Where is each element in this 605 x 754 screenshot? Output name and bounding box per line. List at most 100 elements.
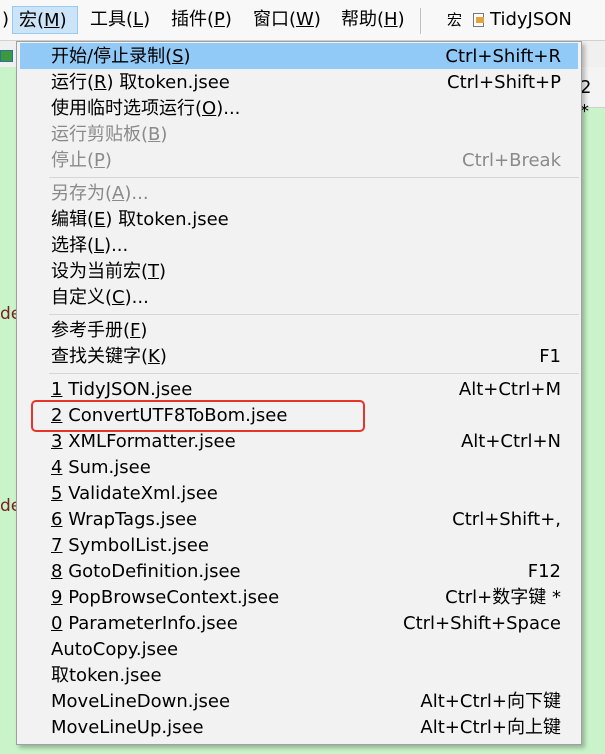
menu-item-label: 自定义(C)... [51, 287, 149, 308]
menu-item-label: 运行(R) 取token.jsee [51, 72, 230, 93]
menu-plugins[interactable]: 插件(P) [167, 6, 236, 34]
menu-item-run[interactable]: 运行(R) 取token.jsee Ctrl+Shift+P [51, 70, 561, 96]
current-macro-button[interactable]: TidyJSON [490, 6, 572, 34]
menu-item-set-current[interactable]: 设为当前宏(T) [51, 259, 561, 285]
menu-item-label: 查找关键字(K) [51, 346, 167, 367]
menu-item-macro[interactable]: 7 SymbolList.jsee [51, 533, 561, 559]
menu-item-label: 4 Sum.jsee [51, 457, 151, 478]
macro-dropdown-menu: 开始/停止录制(S) Ctrl+Shift+R 运行(R) 取token.jse… [16, 41, 582, 745]
menu-item-label: 取token.jsee [51, 665, 162, 686]
menu-item-accelerator: 7 [51, 535, 63, 556]
menu-item-macro[interactable]: 取token.jsee [51, 663, 561, 689]
menu-item-macro[interactable]: 0 ParameterInfo.jsee Ctrl+Shift+Space [51, 611, 561, 637]
menu-item-accelerator: 1 [51, 379, 63, 400]
menu-item-macro[interactable]: 5 ValidateXml.jsee [51, 481, 561, 507]
menu-item-accelerator: 5 [51, 483, 63, 504]
menu-item-label: 开始/停止录制(S) [51, 46, 191, 67]
menu-separator [49, 177, 579, 178]
macro-file-icon [473, 13, 484, 27]
menu-item-macro-name: WrapTags.jsee [68, 509, 198, 530]
menu-item-accelerator: 9 [51, 587, 63, 608]
menu-item-label: 1 TidyJSON.jsee [51, 379, 192, 400]
menu-bar: ) 宏(M) 工具(L) 插件(P) 窗口(W) 帮助(H) 宏 TidyJSO… [0, 0, 605, 41]
menu-item-shortcut: F12 [527, 561, 561, 582]
menu-item-shortcut: Alt+Ctrl+向上键 [420, 717, 561, 738]
menu-item-macro-name: GotoDefinition.jsee [68, 561, 241, 582]
menu-item-macro-name: MoveLineUp.jsee [51, 717, 204, 738]
menu-item-label: 0 ParameterInfo.jsee [51, 613, 238, 634]
menu-item-find-keyword[interactable]: 查找关键字(K) F1 [51, 344, 561, 370]
menu-item-accelerator: 4 [51, 457, 63, 478]
menu-item-label: AutoCopy.jsee [51, 639, 178, 660]
menubar-paren-text: ) [2, 9, 10, 30]
menu-item-shortcut: Ctrl+数字键 * [445, 587, 561, 608]
menu-item-shortcut: Alt+Ctrl+向下键 [420, 691, 561, 712]
menu-item-customize[interactable]: 自定义(C)... [51, 285, 561, 311]
menu-item-label: 选择(L)... [51, 235, 129, 256]
menu-item-accelerator: 3 [51, 431, 63, 452]
menu-window[interactable]: 窗口(W) [249, 6, 325, 34]
menu-item-macro-name: SymbolList.jsee [68, 535, 209, 556]
menu-item-macro[interactable]: MoveLineUp.jsee Alt+Ctrl+向上键 [51, 715, 561, 741]
menu-separator [49, 373, 579, 374]
menu-item-edit[interactable]: 编辑(E) 取token.jsee [51, 207, 561, 233]
menu-item-macro-name: ValidateXml.jsee [68, 483, 218, 504]
menu-item-accelerator: 6 [51, 509, 63, 530]
annotation-highlight-box [31, 400, 365, 432]
menu-item-label: 设为当前宏(T) [51, 261, 167, 282]
menu-macro[interactable]: 宏(M) [12, 6, 78, 34]
menu-item-macro[interactable]: MoveLineDown.jsee Alt+Ctrl+向下键 [51, 689, 561, 715]
menu-tools[interactable]: 工具(L) [86, 6, 154, 34]
menu-item-macro[interactable]: 3 XMLFormatter.jsee Alt+Ctrl+N [51, 429, 561, 455]
menu-item-label: 另存为(A)... [51, 183, 149, 204]
menu-item-record[interactable]: 开始/停止录制(S) Ctrl+Shift+R [51, 44, 561, 70]
menu-help[interactable]: 帮助(H) [337, 6, 409, 34]
menu-item-macro-name: AutoCopy.jsee [51, 639, 179, 660]
menu-item-shortcut: Alt+Ctrl+M [458, 379, 561, 400]
menu-item-save-as: 另存为(A)... [51, 181, 561, 207]
menu-item-label: 运行剪贴板(B) [51, 124, 168, 145]
menu-item-run-clipboard: 运行剪贴板(B) [51, 122, 561, 148]
menu-item-macro[interactable]: 6 WrapTags.jsee Ctrl+Shift+, [51, 507, 561, 533]
menu-item-label: 6 WrapTags.jsee [51, 509, 197, 530]
document-tab-label: 2 * [580, 77, 592, 122]
menu-item-macro-name: XMLFormatter.jsee [68, 431, 236, 452]
menu-item-macro-name: Sum.jsee [68, 457, 151, 478]
menu-item-run-temp[interactable]: 使用临时选项运行(O)... [51, 96, 561, 122]
menu-item-macro[interactable]: 9 PopBrowseContext.jsee Ctrl+数字键 * [51, 585, 561, 611]
menu-item-label: 参考手册(F) [51, 320, 148, 341]
menu-item-select[interactable]: 选择(L)... [51, 233, 561, 259]
menu-item-label: 编辑(E) 取token.jsee [51, 209, 229, 230]
menu-item-macro-name: MoveLineDown.jsee [51, 691, 231, 712]
menu-item-reference[interactable]: 参考手册(F) [51, 318, 561, 344]
menu-item-macro-name: TidyJSON.jsee [68, 379, 193, 400]
menu-item-shortcut: Ctrl+Shift+P [447, 72, 561, 93]
menu-item-macro-name: ParameterInfo.jsee [68, 613, 238, 634]
menu-item-label: 5 ValidateXml.jsee [51, 483, 218, 504]
menu-item-shortcut: Ctrl+Shift+, [452, 509, 561, 530]
menu-item-stop: 停止(P) Ctrl+Break [51, 148, 561, 174]
menu-item-macro[interactable]: 4 Sum.jsee [51, 455, 561, 481]
menu-item-macro-name: 取token.jsee [51, 665, 162, 686]
menu-item-shortcut: Ctrl+Shift+Space [403, 613, 561, 634]
menu-item-macro-name: PopBrowseContext.jsee [68, 587, 280, 608]
menu-separator [49, 314, 579, 315]
menu-item-accelerator: 8 [51, 561, 63, 582]
menubar-separator [420, 8, 421, 34]
menu-item-label: 使用临时选项运行(O)... [51, 98, 241, 119]
menu-item-label: MoveLineDown.jsee [51, 691, 230, 712]
menu-item-macro[interactable]: 8 GotoDefinition.jsee F12 [51, 559, 561, 585]
menu-item-label: 停止(P) [51, 150, 112, 171]
menu-item-shortcut: Ctrl+Shift+R [445, 46, 561, 67]
toolbar-icon[interactable] [0, 50, 13, 62]
menu-item-label: 8 GotoDefinition.jsee [51, 561, 241, 582]
macro-toolbar-label: 宏 [447, 11, 463, 29]
menu-item-label: 9 PopBrowseContext.jsee [51, 587, 279, 608]
menu-item-shortcut: Alt+Ctrl+N [460, 431, 561, 452]
menu-item-macro[interactable]: AutoCopy.jsee [51, 637, 561, 663]
menu-item-shortcut: Ctrl+Break [462, 150, 561, 171]
menu-item-label: 3 XMLFormatter.jsee [51, 431, 236, 452]
menu-item-shortcut: F1 [539, 346, 561, 367]
menu-item-accelerator: 0 [51, 613, 63, 634]
menu-item-label: MoveLineUp.jsee [51, 717, 204, 738]
